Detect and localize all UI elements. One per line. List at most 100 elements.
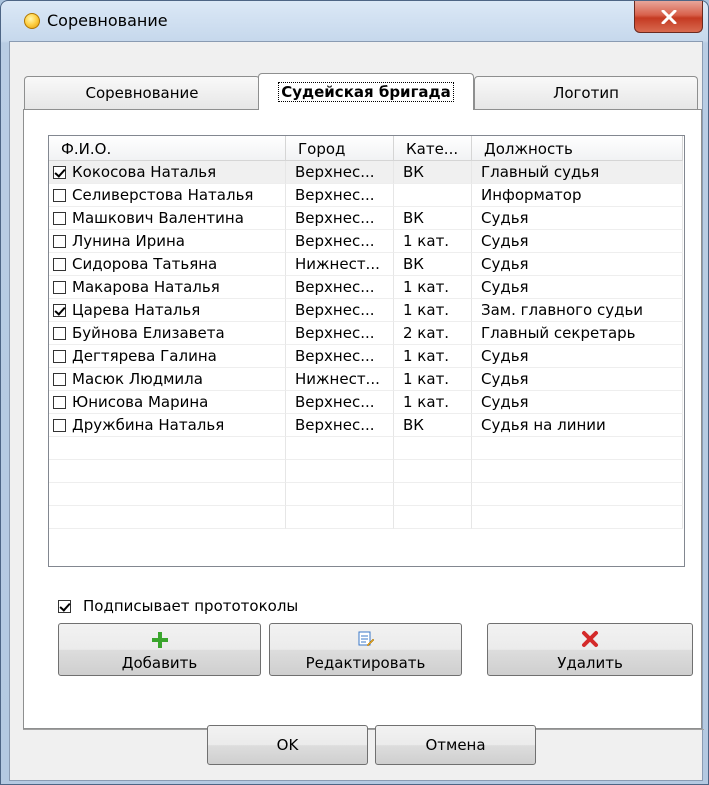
cell-name: Царева Наталья (49, 299, 286, 322)
column-header-city[interactable]: Город (286, 136, 394, 161)
tab-judges-team[interactable]: Судейская бригада (258, 73, 474, 110)
cell-position: Главный судья (472, 161, 683, 184)
cell-position: Главный секретарь (472, 322, 683, 345)
cell-position (472, 460, 683, 483)
column-header-name[interactable]: Ф.И.О. (49, 136, 286, 161)
cell-category: 1 кат. (394, 368, 472, 391)
judge-name: Макарова Наталья (72, 277, 220, 296)
cell-name: Лунина Ирина (49, 230, 286, 253)
table-row[interactable]: Юнисова Марина Верхнес... 1 кат. Судья (49, 391, 684, 414)
table-row[interactable]: Дегтярева Галина Верхнес... 1 кат. Судья (49, 345, 684, 368)
add-button-label: Добавить (121, 654, 198, 672)
ok-button[interactable]: OK (207, 725, 368, 765)
column-header-position[interactable]: Должность (472, 136, 683, 161)
cell-city: Верхнес... (286, 414, 394, 437)
cell-category: ВК (394, 414, 472, 437)
list-body: Кокосова Наталья Верхнес... ВК Главный судь… (49, 161, 684, 529)
row-checkbox[interactable] (53, 165, 66, 179)
row-checkbox[interactable] (53, 303, 66, 317)
judge-name: Царева Наталья (72, 300, 201, 319)
table-row[interactable]: Лунина Ирина Верхнес... 1 кат. Судья (49, 230, 684, 253)
close-icon (661, 9, 676, 24)
delete-button[interactable]: Удалить (487, 623, 693, 676)
row-checkbox[interactable] (53, 326, 66, 340)
row-checkbox[interactable] (53, 234, 66, 248)
tab-label: Логотип (553, 84, 619, 102)
cell-city: Нижнест... (286, 253, 394, 276)
judge-name: Кокосова Наталья (72, 162, 217, 181)
row-checkbox[interactable] (53, 418, 66, 432)
table-row[interactable]: Дружбина Наталья Верхнес... ВК Судья на лин… (49, 414, 684, 437)
tab-competition[interactable]: Соревнование (24, 76, 260, 109)
row-checkbox[interactable] (53, 349, 66, 363)
cell-position: Информатор (472, 184, 683, 207)
row-checkbox[interactable] (53, 395, 66, 409)
cell-category: ВК (394, 253, 472, 276)
row-checkbox[interactable] (53, 372, 66, 386)
close-button[interactable] (634, 1, 703, 33)
cell-name: Селиверстова Наталья (49, 184, 286, 207)
cancel-button[interactable]: Отмена (375, 725, 536, 765)
cell-position: Судья на линии (472, 414, 683, 437)
cell-name: Дегтярева Галина (49, 345, 286, 368)
cell-category: ВК (394, 161, 472, 184)
table-row[interactable]: Буйнова Елизавета Верхнес... 2 кат. Главный… (49, 322, 684, 345)
row-checkbox[interactable] (53, 188, 66, 202)
judges-list[interactable]: Ф.И.О. Город Кате... Должность Кокосова … (48, 135, 685, 567)
edit-icon (358, 631, 374, 647)
edit-button[interactable]: Редактировать (269, 623, 462, 676)
cell-city: Верхнес... (286, 184, 394, 207)
cell-city: Нижнест... (286, 368, 394, 391)
row-checkbox[interactable] (53, 257, 66, 271)
cell-city: Верхнес... (286, 299, 394, 322)
delete-icon (582, 631, 598, 647)
checkbox-icon[interactable] (58, 599, 71, 613)
cell-position: Судья (472, 207, 683, 230)
table-row[interactable]: Масюк Людмила Нижнест... 1 кат. Судья (49, 368, 684, 391)
tab-logo[interactable]: Логотип (474, 76, 698, 109)
cell-position: Судья (472, 345, 683, 368)
cell-category (394, 483, 472, 506)
tab-label: Судейская бригада (278, 82, 454, 102)
tab-label: Соревнование (85, 84, 199, 102)
table-row[interactable]: Царева Наталья Верхнес... 1 кат. Зам. главн… (49, 299, 684, 322)
list-header: Ф.И.О. Город Кате... Должность (49, 136, 684, 161)
table-row[interactable]: Кокосова Наталья Верхнес... ВК Главный судь… (49, 161, 684, 184)
ok-button-label: OK (276, 736, 299, 754)
cell-position (472, 437, 683, 460)
title-bar[interactable]: Соревнование (1, 1, 708, 41)
cell-city: Верхнес... (286, 391, 394, 414)
cell-city (286, 460, 394, 483)
table-row (49, 506, 684, 529)
table-row[interactable]: Селиверстова Наталья Верхнес... Информатор (49, 184, 684, 207)
cell-category: 1 кат. (394, 299, 472, 322)
cell-category (394, 184, 472, 207)
column-header-category[interactable]: Кате... (394, 136, 472, 161)
cell-position: Судья (472, 253, 683, 276)
table-row[interactable]: Сидорова Татьяна Нижнест... ВК Судья (49, 253, 684, 276)
row-checkbox[interactable] (53, 211, 66, 225)
cell-position (472, 483, 683, 506)
row-checkbox[interactable] (53, 280, 66, 294)
cell-city: Верхнес... (286, 161, 394, 184)
add-button[interactable]: Добавить (58, 623, 261, 676)
signs-protocols-checkbox[interactable]: Подписывает прототоколы (58, 597, 298, 615)
judge-name: Дегтярева Галина (72, 346, 217, 365)
cell-name (49, 460, 286, 483)
table-row[interactable]: Макарова Наталья Верхнес... 1 кат. Судья (49, 276, 684, 299)
judge-name: Юнисова Марина (72, 392, 209, 411)
cell-city: Верхнес... (286, 230, 394, 253)
judge-name: Дружбина Наталья (72, 415, 225, 434)
cell-name: Дружбина Наталья (49, 414, 286, 437)
cell-city (286, 506, 394, 529)
cell-category: 1 кат. (394, 391, 472, 414)
cell-name: Кокосова Наталья (49, 161, 286, 184)
cell-category: ВК (394, 207, 472, 230)
cell-position: Зам. главного судьи (472, 299, 683, 322)
table-row[interactable]: Машкович Валентина Верхнес... ВК Судья (49, 207, 684, 230)
cell-name (49, 437, 286, 460)
table-row (49, 460, 684, 483)
edit-button-label: Редактировать (305, 654, 426, 672)
cell-name: Масюк Людмила (49, 368, 286, 391)
app-icon (24, 13, 40, 29)
